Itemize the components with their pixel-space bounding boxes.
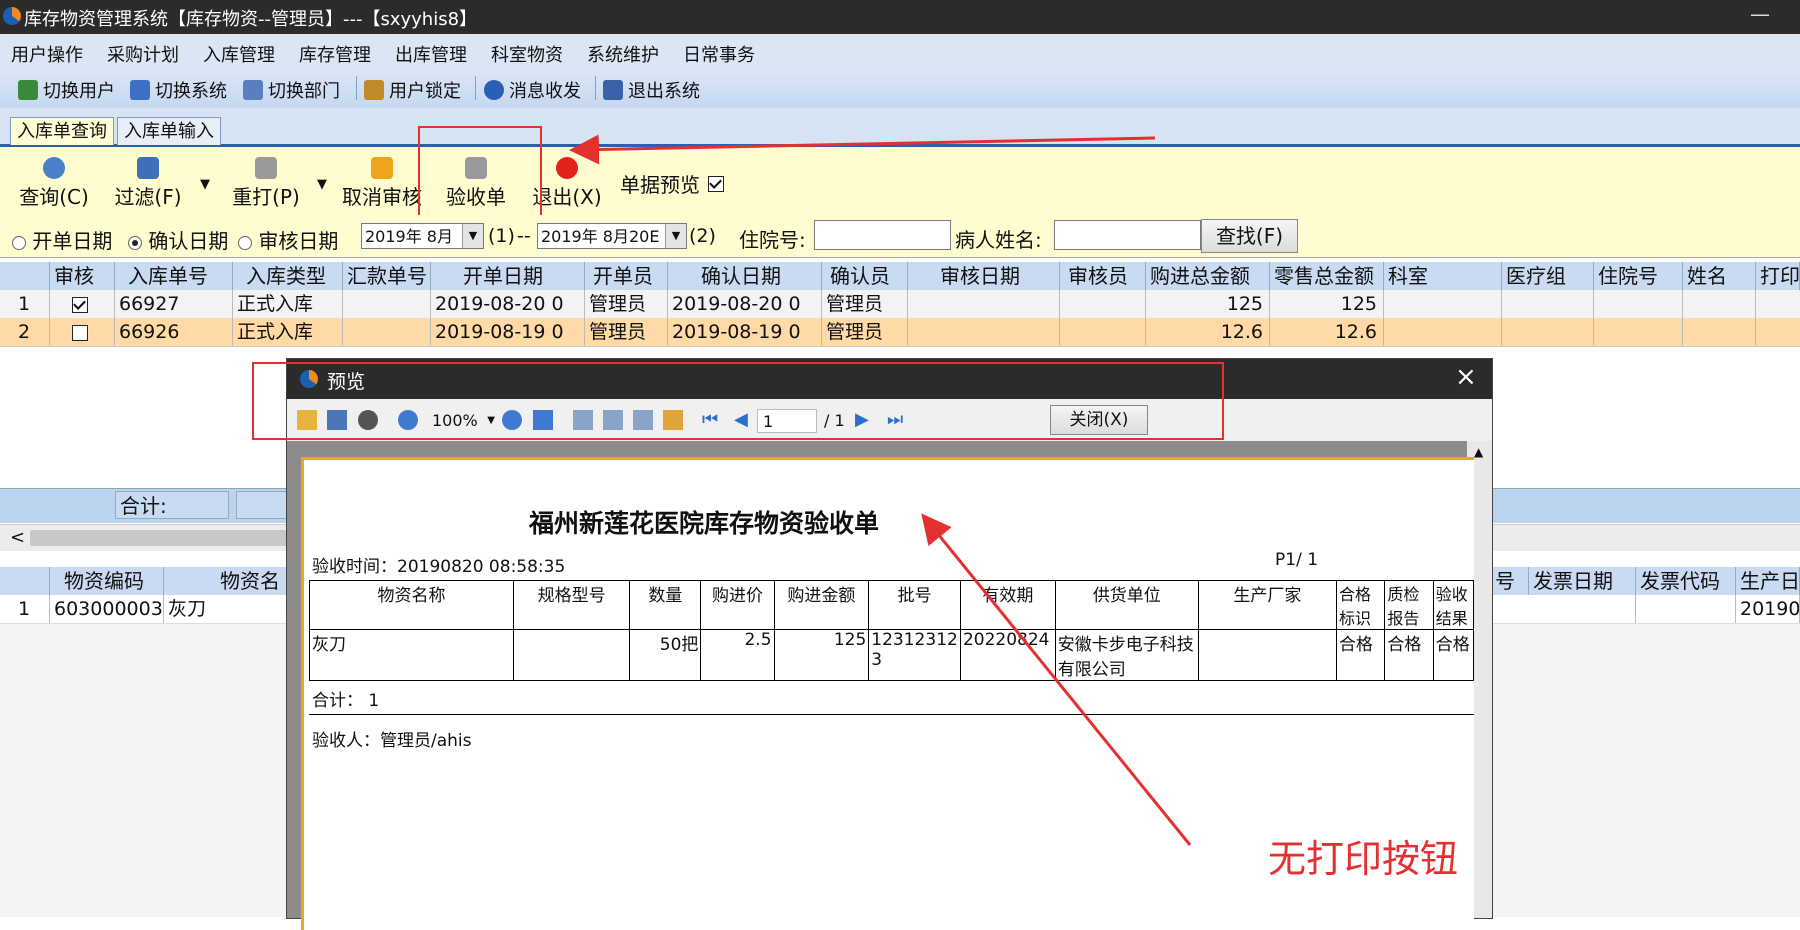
arrow-to-report-title bbox=[921, 513, 1192, 846]
arrow-to-receipt-button bbox=[569, 134, 1156, 165]
annotation-arrows bbox=[569, 134, 1192, 846]
annotation-text: 无打印按钮 bbox=[1268, 837, 1459, 881]
